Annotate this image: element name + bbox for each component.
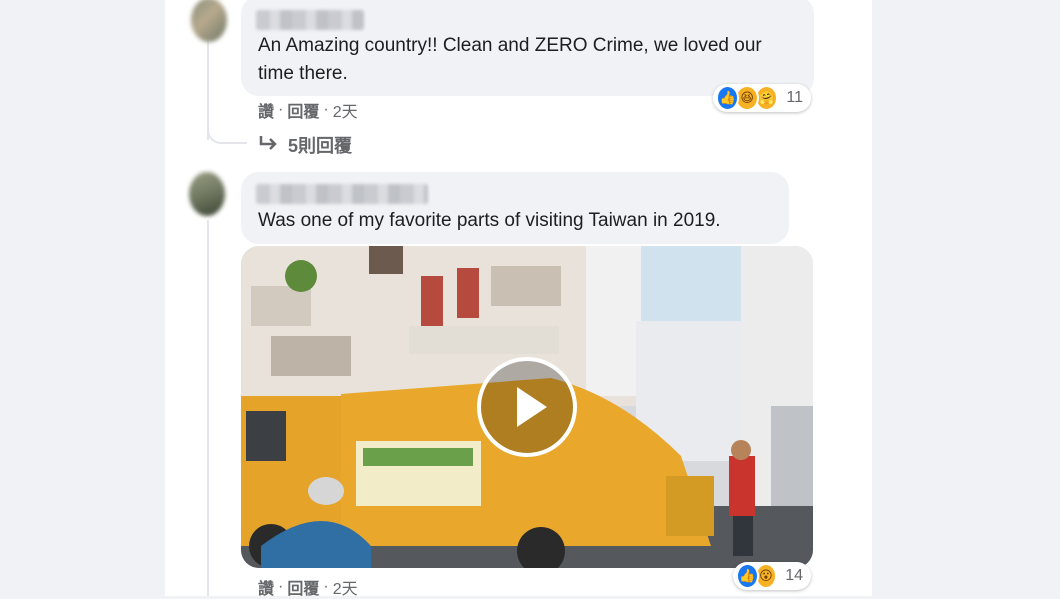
comment-text: Was one of my favorite parts of visiting… — [258, 210, 721, 231]
comment-actions: 讚 · 回覆 · 2天 — [258, 575, 358, 599]
play-icon — [517, 387, 547, 427]
reply-button[interactable]: 回覆 — [287, 575, 319, 599]
like-button[interactable]: 讚 — [258, 575, 274, 599]
timestamp[interactable]: 2天 — [333, 98, 358, 122]
reaction-summary[interactable]: 👍 😆 🤗 11 — [713, 84, 811, 112]
separator-dot: · — [323, 578, 329, 595]
reaction-count: 11 — [786, 89, 804, 106]
thread-connector — [207, 118, 247, 144]
video-attachment[interactable] — [241, 246, 813, 568]
comment-text: An Amazing country!! Clean and ZERO Crim… — [258, 35, 762, 84]
separator-dot: · — [278, 101, 284, 118]
reply-arrow-icon — [258, 134, 280, 157]
separator-dot: · — [323, 101, 329, 118]
avatar[interactable] — [191, 0, 227, 42]
timestamp[interactable]: 2天 — [333, 575, 358, 599]
reply-button[interactable]: 回覆 — [287, 98, 319, 122]
commenter-name-redacted[interactable] — [256, 10, 364, 30]
separator-dot: · — [278, 578, 284, 595]
play-button[interactable] — [477, 357, 577, 457]
like-button[interactable]: 讚 — [258, 98, 274, 122]
avatar[interactable] — [189, 172, 225, 216]
commenter-name-redacted[interactable] — [256, 184, 428, 204]
view-replies-link[interactable]: 5則回覆 — [258, 132, 352, 158]
reaction-summary[interactable]: 👍 😮 14 — [733, 562, 811, 590]
reaction-count: 14 — [785, 567, 803, 584]
like-icon: 👍 — [716, 85, 740, 111]
like-icon: 👍 — [736, 563, 759, 589]
thread-line — [207, 220, 209, 596]
replies-count-label: 5則回覆 — [288, 136, 353, 156]
comment-actions: 讚 · 回覆 · 2天 — [258, 98, 358, 122]
